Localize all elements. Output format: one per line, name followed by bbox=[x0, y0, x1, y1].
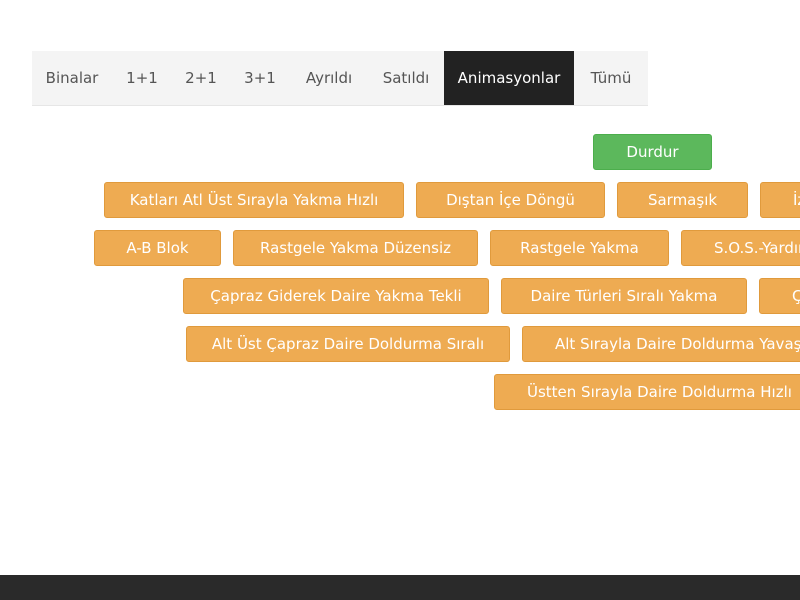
tab-2-1[interactable]: 2+1 bbox=[172, 51, 230, 105]
animation-button[interactable]: S.O.S.-Yardım bbox=[681, 230, 800, 266]
animation-button[interactable]: Ç bbox=[759, 278, 800, 314]
stop-button[interactable]: Durdur bbox=[593, 134, 712, 170]
animation-button[interactable]: Sarmaşık bbox=[617, 182, 748, 218]
animation-button[interactable]: Üstten Sırayla Daire Doldurma Hızlı bbox=[494, 374, 800, 410]
animation-button[interactable]: A-B Blok bbox=[94, 230, 221, 266]
tab-ayrildi[interactable]: Ayrıldı bbox=[290, 51, 368, 105]
animation-button[interactable]: Alt Sırayla Daire Doldurma Yavaş bbox=[522, 326, 800, 362]
tab-tumu[interactable]: Tümü bbox=[574, 51, 648, 105]
tab-binalar[interactable]: Binalar bbox=[32, 51, 112, 105]
animation-button[interactable]: Rastgele Yakma Düzensiz bbox=[233, 230, 478, 266]
animation-button[interactable]: Dıştan İçe Döngü bbox=[416, 182, 605, 218]
page-footer bbox=[0, 575, 800, 600]
tab-3-1[interactable]: 3+1 bbox=[230, 51, 290, 105]
animation-button[interactable]: Daire Türleri Sıralı Yakma bbox=[501, 278, 747, 314]
page: Binalar 1+1 2+1 3+1 Ayrıldı Satıldı Anim… bbox=[0, 0, 800, 600]
tab-animasyonlar[interactable]: Animasyonlar bbox=[444, 51, 574, 105]
animation-button[interactable]: Rastgele Yakma bbox=[490, 230, 669, 266]
animation-button[interactable]: İz bbox=[760, 182, 800, 218]
tab-satildi[interactable]: Satıldı bbox=[368, 51, 444, 105]
animation-button[interactable]: Katları Atl Üst Sırayla Yakma Hızlı bbox=[104, 182, 404, 218]
animation-button[interactable]: Çapraz Giderek Daire Yakma Tekli bbox=[183, 278, 489, 314]
tab-1-1[interactable]: 1+1 bbox=[112, 51, 172, 105]
filter-tab-bar: Binalar 1+1 2+1 3+1 Ayrıldı Satıldı Anim… bbox=[32, 51, 648, 106]
animation-button[interactable]: Alt Üst Çapraz Daire Doldurma Sıralı bbox=[186, 326, 510, 362]
